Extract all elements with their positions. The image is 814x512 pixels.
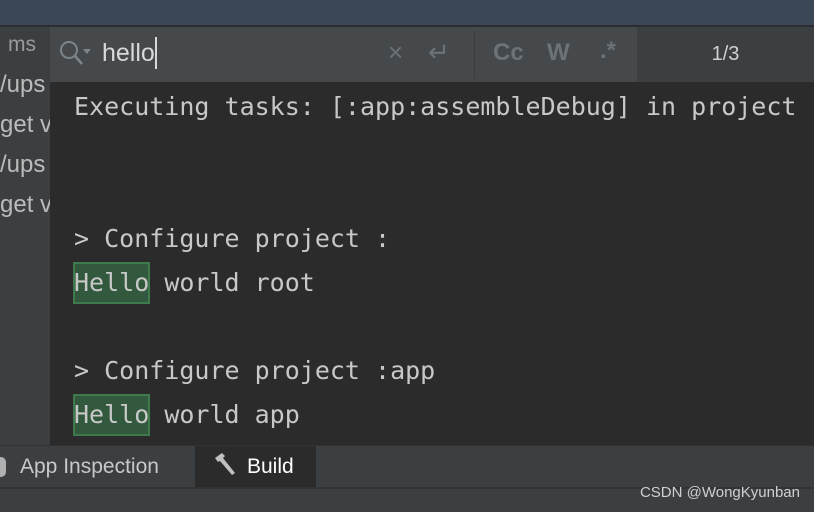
console-text: world root: [164, 268, 315, 297]
search-input[interactable]: hello: [102, 37, 157, 69]
console-line: > Configure project :: [74, 224, 391, 253]
title-bar: [0, 0, 814, 25]
words-icon[interactable]: W: [547, 39, 570, 67]
search-highlight: Hello: [72, 394, 151, 436]
hammer-icon: [213, 452, 239, 482]
app-inspection-icon: [0, 456, 6, 477]
watermark: CSDN @WongKyunban: [639, 484, 800, 501]
search-bar: hello × ↵ Cc W .*: [50, 27, 637, 82]
left-text: /ups: [0, 71, 46, 98]
search-highlight: Hello: [72, 262, 151, 304]
newline-icon[interactable]: ↵: [428, 37, 450, 68]
tool-window-tabs: App Inspection Build: [0, 445, 814, 487]
build-console: Executing tasks: [:app:assembleDebug] in…: [50, 82, 814, 445]
status-bar: CSDN @WongKyunban: [0, 484, 814, 512]
tab-app-inspection[interactable]: App Inspection: [0, 446, 159, 487]
divider: [474, 31, 475, 78]
left-text: ms: [8, 33, 36, 56]
left-panel: ms /ups get v /ups get v: [0, 27, 50, 445]
console-line: > Configure project :app: [74, 356, 436, 385]
search-icon[interactable]: [58, 39, 92, 74]
console-line: Executing tasks: [:app:assembleDebug] in…: [74, 92, 797, 121]
regex-icon[interactable]: .*: [600, 37, 616, 65]
left-text: /ups: [0, 151, 46, 178]
left-text: get v: [0, 111, 50, 138]
left-text: get v: [0, 191, 50, 218]
tab-label: App Inspection: [20, 454, 159, 478]
tab-build[interactable]: Build: [195, 446, 316, 487]
match-counter: 1/3: [637, 27, 814, 82]
tab-label: Build: [247, 454, 294, 478]
console-line: Hello world app: [72, 393, 300, 437]
match-case-icon[interactable]: Cc: [493, 39, 524, 67]
console-text: world app: [164, 400, 300, 429]
console-line: Hello world root: [72, 261, 315, 305]
clear-icon[interactable]: ×: [388, 37, 403, 68]
